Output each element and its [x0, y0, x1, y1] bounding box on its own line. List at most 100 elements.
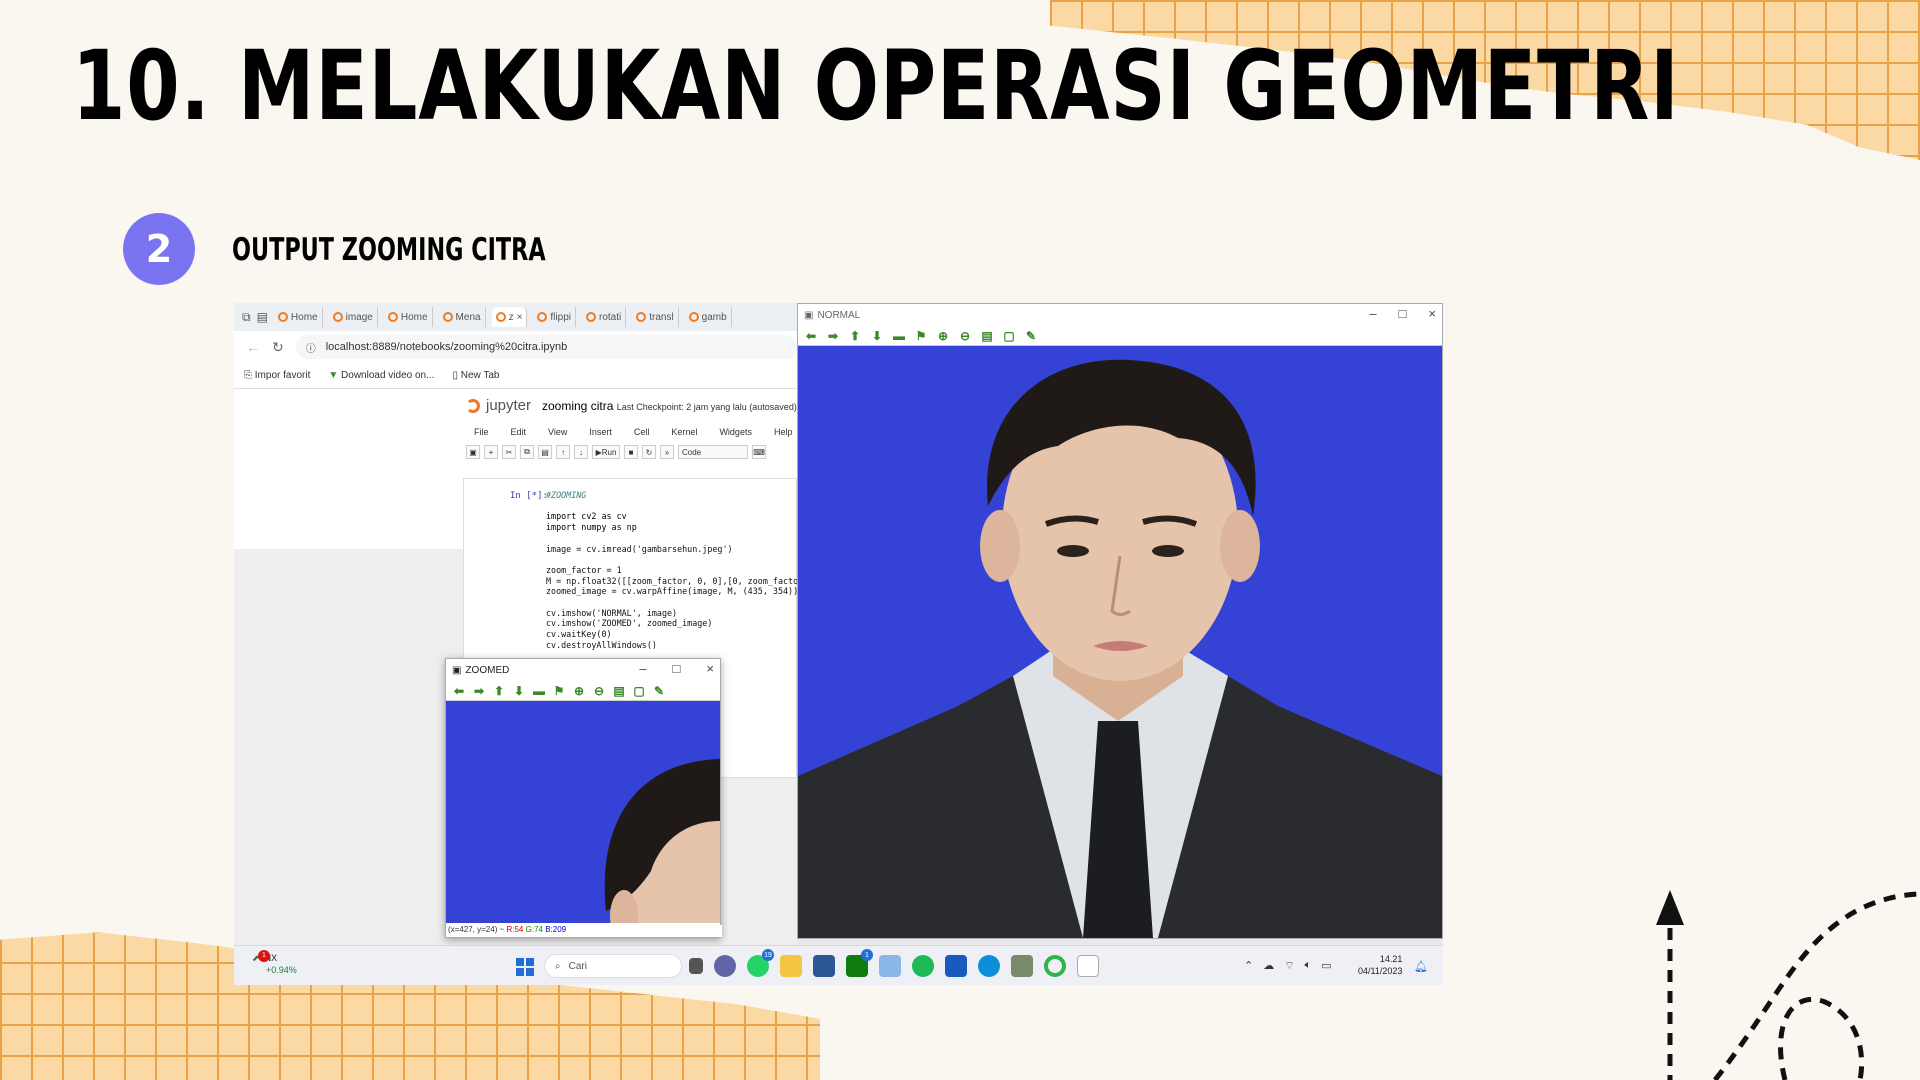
maximize-icon[interactable]: □ — [1399, 306, 1407, 321]
notification-bell-icon[interactable]: 🔔︎ — [1414, 960, 1428, 973]
stop-icon[interactable]: ■ — [624, 445, 638, 459]
menu-edit[interactable]: Edit — [511, 427, 527, 437]
zoomed-titlebar[interactable]: ▣ ZOOMED – □ × — [446, 659, 720, 681]
zoom-out-icon[interactable]: ⊖ — [958, 330, 972, 342]
cell-type-select[interactable]: Code — [678, 445, 748, 459]
notebook-title[interactable]: zooming citra Last Checkpoint: 2 jam yan… — [542, 399, 797, 413]
pan-down-icon[interactable]: ⬇ — [512, 685, 526, 697]
save-image-icon[interactable]: ▤ — [612, 685, 626, 697]
store-icon[interactable] — [813, 955, 835, 977]
save-icon[interactable]: ▣ — [466, 445, 480, 459]
code-line: image = cv.imread('gambarsehun.jpeg') — [546, 543, 733, 554]
task-view-icon[interactable] — [689, 958, 703, 974]
stock-widget[interactable]: ⬈ 1 INX +0.94% — [252, 950, 297, 976]
normal-titlebar[interactable]: ▣ NORMAL – □ × — [798, 304, 1442, 326]
tab-actions-icon[interactable]: ⧉ — [242, 310, 251, 325]
battery-icon[interactable]: ▭ — [1321, 959, 1331, 973]
save-image-icon[interactable]: ▤ — [980, 330, 994, 342]
notepad-icon[interactable] — [1077, 955, 1099, 977]
paste-icon[interactable]: ▤ — [538, 445, 552, 459]
zoomed-window[interactable]: ▣ ZOOMED – □ × ⬅ ➡ ⬆ ⬇ ▬ ⚑ ⊕ ⊖ ▤ ▢ ✎ (x=… — [445, 658, 722, 938]
zoom-area-icon[interactable]: ⚑ — [914, 330, 928, 342]
add-cell-icon[interactable]: + — [484, 445, 498, 459]
browser-tab[interactable]: Mena — [439, 307, 486, 327]
zoom-fit-icon[interactable]: ▬ — [892, 330, 906, 342]
close-icon[interactable]: × — [1428, 306, 1436, 321]
menu-cell[interactable]: Cell — [634, 427, 650, 437]
pan-up-icon[interactable]: ⬆ — [492, 685, 506, 697]
browser-tab[interactable]: Home — [384, 307, 433, 327]
teams-icon[interactable] — [714, 955, 736, 977]
browser-tab[interactable]: gamb — [685, 307, 732, 327]
copy-image-icon[interactable]: ▢ — [1002, 330, 1016, 342]
bookmark-item[interactable]: ⎘ Impor favorit — [244, 370, 310, 381]
pan-right-icon[interactable]: ➡ — [826, 330, 840, 342]
minimize-icon[interactable]: – — [1369, 306, 1376, 321]
browser-tab[interactable]: flippi — [533, 307, 576, 327]
browser-tab[interactable]: rotati — [582, 307, 627, 327]
zoom-out-icon[interactable]: ⊖ — [592, 685, 606, 697]
word-icon[interactable] — [945, 955, 967, 977]
menu-file[interactable]: File — [474, 427, 489, 437]
copy-image-icon[interactable]: ▢ — [632, 685, 646, 697]
restart-icon[interactable]: ↻ — [642, 445, 656, 459]
chevron-up-icon[interactable]: ⌃ — [1244, 959, 1253, 973]
file-explorer-icon[interactable] — [780, 955, 802, 977]
bookmark-item[interactable]: ▼ Download video on... — [328, 370, 434, 381]
menu-kernel[interactable]: Kernel — [671, 427, 697, 437]
wifi-icon[interactable]: ⌔ — [1284, 959, 1294, 973]
app-icon[interactable] — [1011, 955, 1033, 977]
copy-icon[interactable]: ⧉ — [520, 445, 534, 459]
close-tab-icon[interactable]: × — [517, 312, 523, 323]
menu-widgets[interactable]: Widgets — [719, 427, 752, 437]
xbox-icon[interactable]: 1 — [846, 949, 873, 977]
properties-icon[interactable]: ✎ — [1024, 330, 1038, 342]
pan-left-icon[interactable]: ⬅ — [804, 330, 818, 342]
url-field[interactable]: ⓘ localhost:8889/notebooks/zooming%20cit… — [295, 335, 797, 359]
menu-view[interactable]: View — [548, 427, 567, 437]
spotify-icon[interactable] — [912, 955, 934, 977]
browser-tab[interactable]: image — [329, 307, 378, 327]
move-down-icon[interactable]: ↓ — [574, 445, 588, 459]
volume-icon[interactable]: 🔈︎ — [1305, 959, 1312, 973]
pan-right-icon[interactable]: ➡ — [472, 685, 486, 697]
zoom-fit-icon[interactable]: ▬ — [532, 685, 546, 697]
photos-icon[interactable] — [879, 955, 901, 977]
pan-left-icon[interactable]: ⬅ — [452, 685, 466, 697]
pan-up-icon[interactable]: ⬆ — [848, 330, 862, 342]
menu-insert[interactable]: Insert — [589, 427, 612, 437]
bookmark-item[interactable]: ▯ New Tab — [452, 370, 499, 381]
zoom-area-icon[interactable]: ⚑ — [552, 685, 566, 697]
run-button[interactable]: ▶ Run — [592, 445, 620, 459]
whatsapp-icon[interactable]: 19 — [747, 949, 774, 977]
browser-tab[interactable]: Home — [274, 307, 323, 327]
minimize-icon[interactable]: – — [639, 661, 646, 676]
jupyter-logo[interactable]: jupyter — [466, 397, 531, 414]
close-icon[interactable]: × — [706, 661, 714, 676]
zoom-in-icon[interactable]: ⊕ — [936, 330, 950, 342]
pan-down-icon[interactable]: ⬇ — [870, 330, 884, 342]
reload-icon[interactable]: ↻ — [272, 339, 284, 356]
edge-icon[interactable] — [978, 955, 1000, 977]
tab-list-icon[interactable]: ▤ — [257, 310, 268, 324]
cut-icon[interactable]: ✂ — [502, 445, 516, 459]
browser-tab-active[interactable]: z × — [491, 307, 528, 327]
maximize-icon[interactable]: □ — [673, 661, 681, 676]
zoomed-portrait — [604, 759, 720, 923]
back-icon[interactable]: ← — [246, 339, 260, 355]
zoom-in-icon[interactable]: ⊕ — [572, 685, 586, 697]
normal-window[interactable]: ▣ NORMAL – □ × ⬅ ➡ ⬆ ⬇ ▬ ⚑ ⊕ ⊖ ▤ ▢ ✎ — [797, 303, 1443, 939]
taskbar-search[interactable]: ⌕ Cari — [544, 954, 682, 978]
keyboard-icon[interactable]: ⌨ — [752, 445, 766, 459]
circle-app-icon[interactable] — [1044, 955, 1066, 977]
fast-forward-icon[interactable]: » — [660, 445, 674, 459]
menu-help[interactable]: Help — [774, 427, 793, 437]
windows-start-icon[interactable] — [516, 958, 534, 976]
clock[interactable]: 14.21 04/11/2023 — [1358, 953, 1402, 977]
code-editor[interactable]: #ZOOMING import cv2 as cv import numpy as… — [546, 490, 808, 651]
properties-icon[interactable]: ✎ — [652, 685, 666, 697]
weather-icon[interactable]: ☁ — [1263, 959, 1274, 973]
move-up-icon[interactable]: ↑ — [556, 445, 570, 459]
browser-tab[interactable]: transl — [632, 307, 679, 327]
